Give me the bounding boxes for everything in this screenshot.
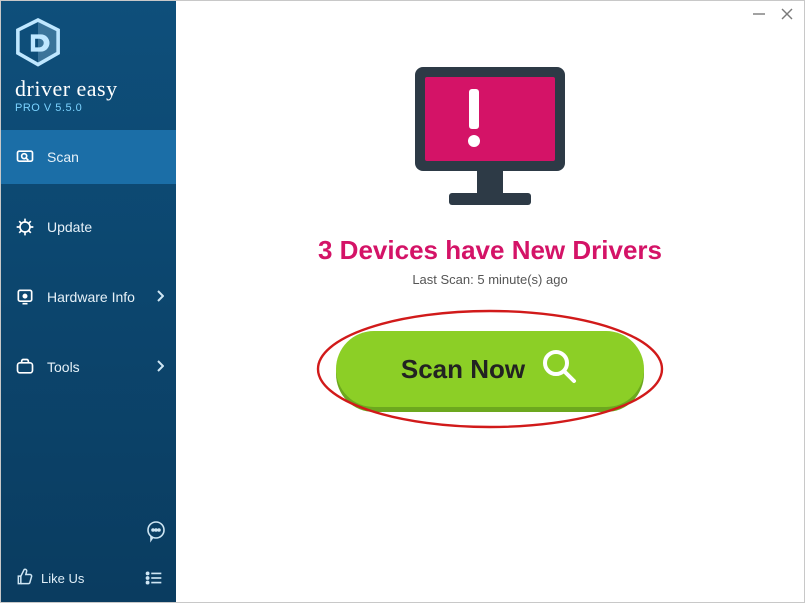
scan-now-label: Scan Now xyxy=(401,354,525,385)
scan-now-button[interactable]: Scan Now xyxy=(336,331,644,407)
brand-version: PRO V 5.5.0 xyxy=(15,102,164,114)
sidebar-item-label: Scan xyxy=(47,149,79,165)
chevron-right-icon xyxy=(156,360,164,375)
update-icon xyxy=(15,217,35,237)
sidebar-item-label: Update xyxy=(47,219,92,235)
tools-icon xyxy=(15,357,35,377)
app-window: driver easy PRO V 5.5.0 Scan xyxy=(0,0,805,603)
last-scan-text: Last Scan: 5 minute(s) ago xyxy=(412,272,567,287)
search-icon xyxy=(539,346,579,393)
sidebar: driver easy PRO V 5.5.0 Scan xyxy=(1,1,176,602)
main-panel: 3 Devices have New Drivers Last Scan: 5 … xyxy=(176,1,804,602)
sidebar-nav: Scan Update xyxy=(1,130,176,394)
sidebar-item-tools[interactable]: Tools xyxy=(1,340,176,394)
sidebar-item-label: Hardware Info xyxy=(47,289,135,305)
chat-icon[interactable] xyxy=(144,519,168,548)
chevron-right-icon xyxy=(156,290,164,305)
sidebar-item-label: Tools xyxy=(47,359,80,375)
brand-logo-icon xyxy=(15,17,61,69)
menu-icon[interactable] xyxy=(142,566,166,590)
hardware-info-icon xyxy=(15,287,35,307)
alert-monitor-illustration xyxy=(405,59,575,217)
like-us-label[interactable]: Like Us xyxy=(41,571,84,586)
scan-icon xyxy=(15,147,35,167)
brand-name: driver easy xyxy=(15,78,164,100)
drivers-headline: 3 Devices have New Drivers xyxy=(318,235,662,266)
window-controls xyxy=(752,7,794,25)
scan-button-region: Scan Now xyxy=(320,315,660,423)
close-button[interactable] xyxy=(780,7,794,25)
thumbs-up-icon[interactable] xyxy=(15,567,35,590)
minimize-button[interactable] xyxy=(752,7,766,25)
sidebar-footer: Like Us xyxy=(1,558,176,602)
sidebar-item-scan[interactable]: Scan xyxy=(1,130,176,184)
brand-block: driver easy PRO V 5.5.0 xyxy=(1,1,176,124)
sidebar-item-hardware-info[interactable]: Hardware Info xyxy=(1,270,176,324)
sidebar-item-update[interactable]: Update xyxy=(1,200,176,254)
